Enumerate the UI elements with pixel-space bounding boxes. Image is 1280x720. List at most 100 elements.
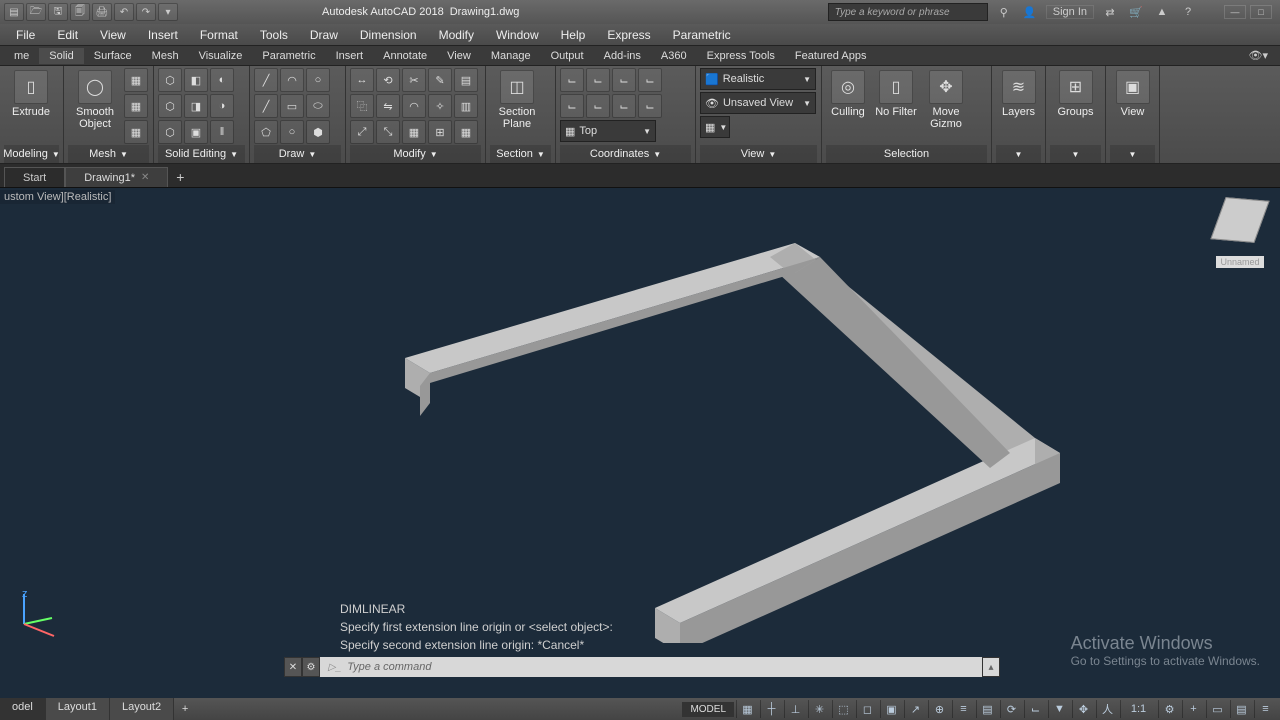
customization-icon[interactable]: ≡ [1254, 700, 1276, 718]
add-layout-button[interactable]: + [174, 698, 196, 720]
help-icon[interactable]: ? [1178, 3, 1198, 21]
command-input[interactable]: ▷_Type a command [320, 657, 982, 677]
rtab-express[interactable]: Express Tools [697, 48, 785, 64]
se-9[interactable]: ‖ [210, 120, 234, 144]
search-input[interactable]: Type a keyword or phrase [828, 3, 988, 21]
close-tab-icon[interactable]: ✕ [141, 172, 149, 183]
mod-array[interactable]: ▦ [402, 120, 426, 144]
quick-props-icon[interactable]: ▤ [1230, 700, 1252, 718]
draw-line[interactable]: ╱ [254, 68, 278, 92]
layout-model[interactable]: odel [0, 698, 46, 720]
units-icon[interactable]: ▭ [1206, 700, 1228, 718]
visual-style-combo[interactable]: 🟦 Realistic▼ [700, 68, 816, 90]
ucs-4[interactable]: ⌙ [638, 68, 662, 92]
menu-file[interactable]: File [6, 26, 45, 44]
menu-format[interactable]: Format [190, 26, 248, 44]
mod-fillet[interactable]: ◠ [402, 94, 426, 118]
ucs-icon[interactable]: z [8, 588, 58, 638]
menu-edit[interactable]: Edit [47, 26, 88, 44]
menu-express[interactable]: Express [597, 26, 660, 44]
exchange-icon[interactable]: ⇄ [1100, 3, 1120, 21]
se-5[interactable]: ◨ [184, 94, 208, 118]
se-3[interactable]: ⬡ [158, 120, 182, 144]
mod-offset[interactable]: ⊞ [428, 120, 452, 144]
transparency-toggle-icon[interactable]: ▤ [976, 700, 998, 718]
qat-save-icon[interactable]: 🖫 [48, 3, 68, 21]
move-gizmo-button[interactable]: ✥Move Gizmo [922, 68, 970, 130]
otrack-toggle-icon[interactable]: ↗ [904, 700, 926, 718]
rtab-view[interactable]: View [437, 48, 481, 64]
menu-view[interactable]: View [90, 26, 136, 44]
ucs-7[interactable]: ⌙ [612, 94, 636, 118]
layers-button[interactable]: ≋Layers [996, 68, 1041, 118]
draw-ellipse[interactable]: ⬭ [306, 94, 330, 118]
draw-circle[interactable]: ○ [306, 68, 330, 92]
rtab-annotate[interactable]: Annotate [373, 48, 437, 64]
annotation-monitor-icon[interactable]: + [1182, 700, 1204, 718]
mesh-btn-3[interactable]: ▦ [124, 120, 148, 144]
mod-erase[interactable]: ✎ [428, 68, 452, 92]
mod-trim[interactable]: ✂ [402, 68, 426, 92]
mod-rotate[interactable]: ⟲ [376, 68, 400, 92]
annotation-toggle-icon[interactable]: 人 [1096, 700, 1118, 718]
menu-dimension[interactable]: Dimension [350, 26, 427, 44]
qat-new-icon[interactable]: ▤ [4, 3, 24, 21]
mod-copy[interactable]: ⿻ [350, 94, 374, 118]
extrude-button[interactable]: ▯Extrude [4, 68, 58, 118]
qat-plot-icon[interactable]: 🖨 [92, 3, 112, 21]
qat-saveas-icon[interactable]: 🗐 [70, 3, 90, 21]
se-1[interactable]: ⬡ [158, 68, 182, 92]
qat-undo-icon[interactable]: ↶ [114, 3, 134, 21]
qat-dropdown-icon[interactable]: ▾ [158, 3, 178, 21]
rtab-visualize[interactable]: Visualize [189, 48, 253, 64]
add-tab-button[interactable]: + [168, 167, 192, 187]
drawing-area[interactable]: ustom View][Realistic] z Unnamed DIMLINE… [0, 188, 1280, 698]
mod-5b[interactable]: ▥ [454, 94, 478, 118]
view-drop[interactable]: ▦▼ [700, 116, 730, 138]
saved-view-combo[interactable]: 👁 Unsaved View▼ [700, 92, 816, 114]
draw-poly[interactable]: ⬠ [254, 120, 278, 144]
layout-1[interactable]: Layout1 [46, 698, 110, 720]
mod-stretch[interactable]: ⤢ [350, 120, 374, 144]
ucs-5[interactable]: ⌙ [560, 94, 584, 118]
menu-parametric[interactable]: Parametric [663, 26, 741, 44]
user-icon[interactable]: 👤 [1020, 3, 1040, 21]
ortho-toggle-icon[interactable]: ⊥ [784, 700, 806, 718]
cart-icon[interactable]: 🛒 [1126, 3, 1146, 21]
ducs-toggle-icon[interactable]: ⌙ [1024, 700, 1046, 718]
rtab-mesh[interactable]: Mesh [142, 48, 189, 64]
ucs-8[interactable]: ⌙ [638, 94, 662, 118]
model-space-toggle[interactable]: MODEL [682, 702, 734, 717]
mesh-btn-1[interactable]: ▦ [124, 68, 148, 92]
culling-button[interactable]: ◎Culling [826, 68, 870, 118]
rtab-surface[interactable]: Surface [84, 48, 142, 64]
draw-other[interactable]: ⬢ [306, 120, 330, 144]
sign-in-button[interactable]: Sign In [1046, 5, 1094, 19]
rtab-home[interactable]: me [4, 48, 39, 64]
ucs-3[interactable]: ⌙ [612, 68, 636, 92]
ribbon-visibility-icon[interactable]: 👁▾ [1241, 49, 1277, 62]
se-6[interactable]: ▣ [184, 120, 208, 144]
workspace-icon[interactable]: ⚙ [1158, 700, 1180, 718]
menu-help[interactable]: Help [551, 26, 596, 44]
layout-2[interactable]: Layout2 [110, 698, 174, 720]
rtab-manage[interactable]: Manage [481, 48, 541, 64]
minimize-button[interactable]: — [1224, 5, 1246, 19]
draw-arc[interactable]: ◠ [280, 68, 304, 92]
rtab-parametric[interactable]: Parametric [252, 48, 325, 64]
ucs-1[interactable]: ⌙ [560, 68, 584, 92]
osnap-toggle-icon[interactable]: ◻ [856, 700, 878, 718]
filter-toggle-icon[interactable]: ▼ [1048, 700, 1070, 718]
menu-modify[interactable]: Modify [429, 26, 484, 44]
qat-open-icon[interactable]: 🗁 [26, 3, 46, 21]
draw-circle2[interactable]: ○ [280, 120, 304, 144]
rtab-insert[interactable]: Insert [326, 48, 374, 64]
polar-toggle-icon[interactable]: ✳ [808, 700, 830, 718]
se-7[interactable]: ◐ [210, 68, 234, 92]
mod-move[interactable]: ↔ [350, 68, 374, 92]
rtab-a360[interactable]: A360 [651, 48, 697, 64]
qat-redo-icon[interactable]: ↷ [136, 3, 156, 21]
view-button[interactable]: ▣View [1110, 68, 1155, 118]
rtab-solid[interactable]: Solid [39, 48, 83, 64]
infocenter-icon[interactable]: ⚲ [994, 3, 1014, 21]
